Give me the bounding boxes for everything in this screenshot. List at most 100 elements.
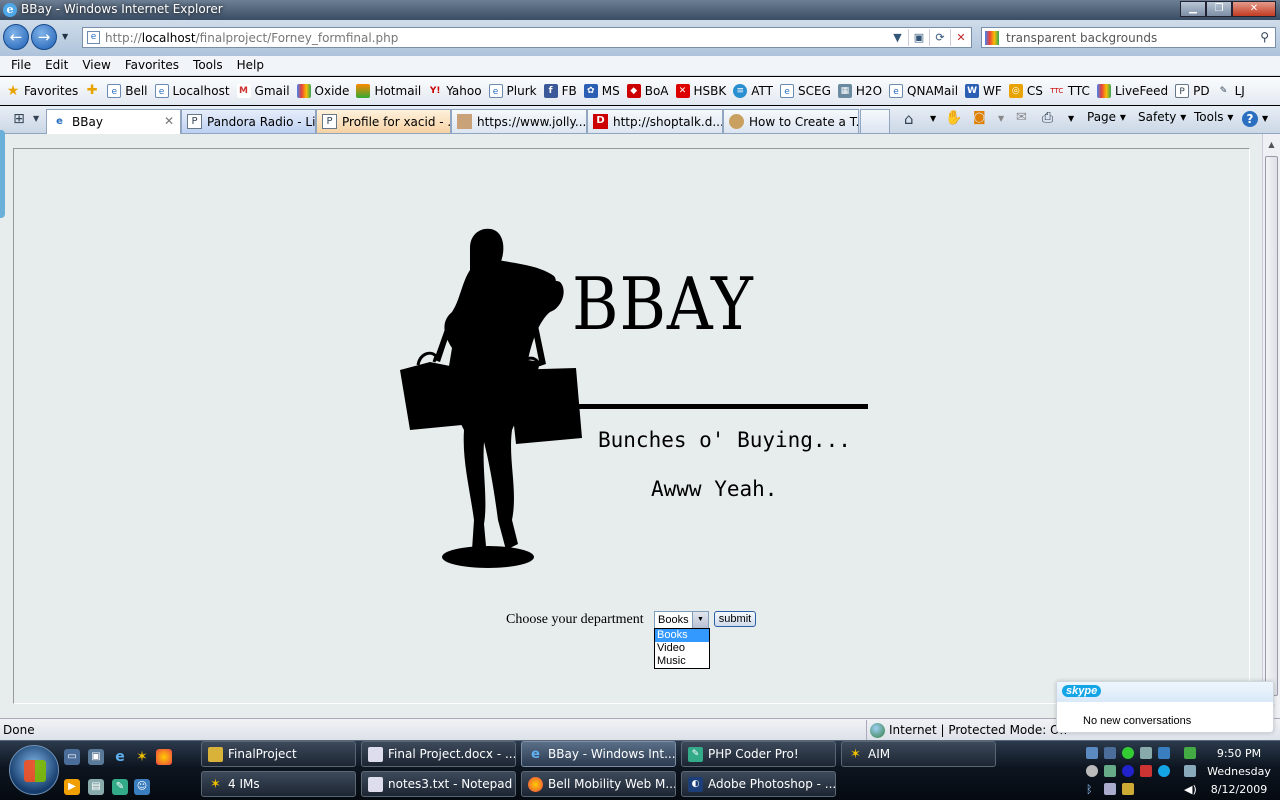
taskbar-ie[interactable]: e BBay - Windows Int... — [521, 741, 676, 767]
fav-wf[interactable]: W WF — [965, 84, 1002, 98]
fav-boa[interactable]: ◆ BoA — [626, 84, 669, 98]
fav-hotmail[interactable]: Hotmail — [356, 84, 421, 98]
favorites-center-button[interactable]: ★ Favorites — [6, 84, 79, 98]
tray-bluetooth-icon[interactable]: ᛒ — [1086, 783, 1098, 796]
php-quicklaunch-icon[interactable]: ✎ — [112, 779, 128, 795]
search-icon[interactable]: ⚲ — [1260, 30, 1269, 44]
chevron-down-icon[interactable]: ▼ — [692, 612, 708, 628]
fav-cs[interactable]: ◎ CS — [1008, 84, 1043, 98]
search-box[interactable]: transparent backgrounds ⚲ — [981, 27, 1276, 48]
fav-pd[interactable]: P PD — [1175, 84, 1210, 98]
help-icon[interactable]: ? — [1242, 111, 1258, 127]
taskbar-firefox[interactable]: Bell Mobility Web M... — [521, 771, 676, 797]
print-icon[interactable]: ⎙ — [1042, 110, 1053, 126]
taskbar-photoshop[interactable]: ◐ Adobe Photoshop - ... — [681, 771, 836, 797]
tray-alert-icon[interactable] — [1140, 765, 1152, 777]
aim-quicklaunch-icon[interactable]: ✶ — [134, 749, 150, 765]
option-video[interactable]: Video — [655, 642, 709, 655]
taskbar-ims[interactable]: ✶ 4 IMs — [201, 771, 356, 797]
tray-usb-icon[interactable] — [1104, 783, 1116, 795]
menu-tools[interactable]: Tools — [186, 56, 230, 75]
tray-status-icon[interactable] — [1122, 747, 1134, 759]
tray-shield-icon[interactable] — [1104, 765, 1116, 777]
ie-quicklaunch-icon[interactable]: e — [112, 749, 128, 765]
menu-view[interactable]: View — [75, 56, 117, 75]
firefox-quicklaunch-icon[interactable] — [156, 749, 172, 765]
fav-lj[interactable]: ✎ LJ — [1217, 84, 1245, 98]
fav-sceg[interactable]: e SCEG — [780, 84, 831, 98]
fav-plurk[interactable]: e Plurk — [488, 84, 537, 98]
tray-wifi-icon[interactable] — [1184, 765, 1196, 777]
tray-battery-icon[interactable] — [1184, 747, 1196, 759]
menu-file[interactable]: File — [4, 56, 38, 75]
department-select[interactable]: Books ▼ — [654, 611, 709, 629]
fav-gmail[interactable]: M Gmail — [236, 84, 290, 98]
fav-ttc[interactable]: TTC TTC — [1050, 84, 1090, 98]
fav-ms[interactable]: ✿ MS — [583, 84, 620, 98]
tray-network-icon[interactable] — [1104, 747, 1116, 759]
hand-icon[interactable]: ✋ — [945, 110, 962, 126]
menu-help[interactable]: Help — [230, 56, 271, 75]
print-dropdown[interactable]: ▼ — [1068, 114, 1074, 123]
fav-att[interactable]: ≡ ATT — [733, 84, 773, 98]
tray-messenger-icon[interactable] — [1122, 765, 1134, 777]
minimize-button[interactable]: ▁ — [1180, 1, 1206, 17]
menu-favorites[interactable]: Favorites — [118, 56, 186, 75]
sidebar-gadget[interactable] — [0, 130, 5, 218]
fav-bell[interactable]: e Bell — [107, 84, 148, 98]
scroll-thumb[interactable] — [1265, 156, 1278, 696]
fav-qnamail[interactable]: e QNAMail — [889, 84, 958, 98]
compatibility-icon[interactable]: ▣ — [908, 29, 929, 46]
start-button[interactable] — [9, 745, 59, 795]
skype-notification[interactable]: skype No new conversations — [1056, 681, 1274, 733]
taskbar-notepad[interactable]: notes3.txt - Notepad — [361, 771, 516, 797]
taskbar-word[interactable]: Final Project.docx - ... — [361, 741, 516, 767]
taskbar-phpcoder[interactable]: ✎ PHP Coder Pro! — [681, 741, 836, 767]
maximize-button[interactable]: ❐ — [1206, 1, 1232, 17]
fav-livefeed[interactable]: LiveFeed — [1096, 84, 1168, 98]
tray-power-icon[interactable] — [1122, 783, 1134, 795]
explorer-icon[interactable]: ▤ — [88, 779, 104, 795]
recent-pages-dropdown[interactable]: ▼ — [62, 32, 68, 41]
address-dropdown-icon[interactable]: ▼ — [887, 29, 908, 46]
stop-icon[interactable]: ✕ — [950, 29, 971, 46]
tab-bbay[interactable]: e BBay ✕ — [46, 109, 181, 134]
submit-button[interactable]: submit — [714, 611, 756, 627]
tray-cs-icon[interactable] — [1158, 747, 1170, 759]
forward-button[interactable]: → — [31, 24, 57, 50]
fav-hsbk[interactable]: ✕ HSBK — [675, 84, 726, 98]
home-dropdown[interactable]: ▼ — [930, 114, 936, 123]
tray-skype-icon[interactable] — [1158, 765, 1170, 777]
tab-shoptalk[interactable]: Dhttp://shoptalk.d... — [587, 109, 723, 133]
refresh-icon[interactable]: ⟳ — [929, 29, 950, 46]
tools-menu[interactable]: Tools ▾ — [1194, 110, 1233, 124]
clock[interactable]: 9:50 PM Wednesday 8/12/2009 — [1200, 745, 1278, 799]
search-input[interactable]: transparent backgrounds — [1006, 31, 1157, 45]
fav-yahoo[interactable]: Y! Yahoo — [428, 84, 482, 98]
tab-howto[interactable]: How to Create a T... — [723, 109, 859, 133]
volume-icon[interactable]: ◀) — [1184, 783, 1197, 796]
option-books[interactable]: Books — [655, 629, 709, 642]
vertical-scrollbar[interactable]: ▲ ▼ — [1262, 134, 1280, 718]
tray-app-icon[interactable] — [1086, 747, 1098, 759]
address-bar[interactable]: e http://localhost/finalproject/Forney_f… — [82, 27, 972, 48]
show-desktop-icon[interactable]: ▭ — [64, 749, 80, 765]
media-player-icon[interactable]: ▶ — [64, 779, 80, 795]
option-music[interactable]: Music — [655, 655, 709, 668]
mail-icon[interactable]: ✉ — [1016, 110, 1027, 125]
home-icon[interactable]: ⌂ — [904, 110, 914, 128]
safety-menu[interactable]: Safety ▾ — [1138, 110, 1186, 124]
new-tab-button[interactable] — [860, 109, 890, 133]
users-icon[interactable]: ☺ — [134, 779, 150, 795]
fav-oxide[interactable]: Oxide — [296, 84, 349, 98]
tray-monitor-icon[interactable] — [1140, 747, 1152, 759]
feeds-dropdown[interactable]: ▼ — [998, 114, 1004, 123]
tab-list-dropdown[interactable]: ▼ — [33, 114, 39, 123]
fav-h2o[interactable]: ▦ H2O — [837, 84, 882, 98]
close-tab-icon[interactable]: ✕ — [164, 114, 174, 128]
fav-localhost[interactable]: e Localhost — [154, 84, 230, 98]
page-menu[interactable]: Page ▾ — [1087, 110, 1126, 124]
menu-edit[interactable]: Edit — [38, 56, 75, 75]
close-button[interactable]: ✕ — [1232, 1, 1276, 17]
security-zone[interactable]: Internet | Protected Mode: Off — [866, 720, 1068, 740]
